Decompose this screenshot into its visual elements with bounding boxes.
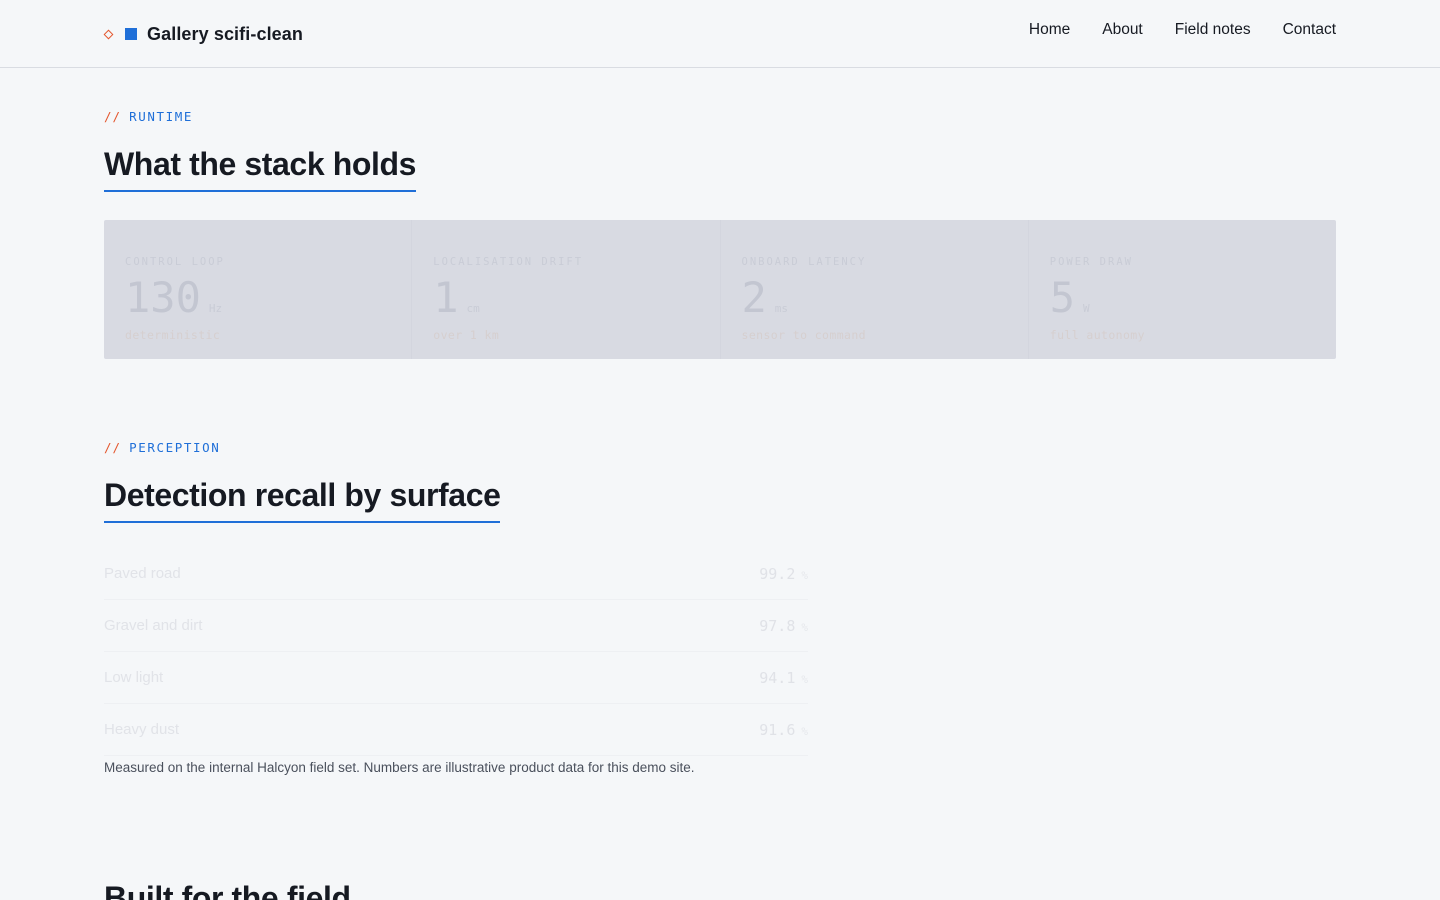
diamond-icon [103, 29, 114, 39]
stat-label: CONTROL LOOP [125, 256, 225, 268]
eyebrow-label: PERCEPTION [129, 440, 221, 455]
stat-label: ONBOARD LATENCY [741, 256, 867, 268]
recall-value: 91.6% [759, 721, 808, 739]
surface-name: Gravel and dirt [104, 617, 203, 634]
stat-localisation-drift: LOCALISATION DRIFT 1 cm over 1 km [412, 220, 721, 359]
eyebrow-label: RUNTIME [129, 109, 193, 124]
stat-note: over 1 km [433, 328, 500, 342]
nav-field-notes[interactable]: Field notes [1175, 21, 1251, 39]
stat-label: LOCALISATION DRIFT [433, 256, 584, 268]
stat-unit: cm [466, 302, 480, 315]
stat-value-row: 5 W [1050, 277, 1336, 319]
recall-value: 99.2% [759, 565, 808, 583]
stat-note: sensor to command [741, 328, 867, 342]
stat-unit: Hz [208, 302, 223, 315]
recall-number: 94.1 [759, 668, 796, 687]
list-item: Gravel and dirt 97.8% [104, 600, 808, 652]
stat-note: full autonomy [1049, 328, 1145, 342]
nav-about[interactable]: About [1102, 21, 1143, 39]
recall-number: 99.2 [759, 564, 796, 583]
list-item: Low light 94.1% [104, 652, 808, 704]
stat-value: 1 [433, 273, 459, 322]
stat-value-row: 2 ms [742, 277, 1028, 319]
list-item: Paved road 99.2% [104, 548, 808, 600]
main-nav: Home About Field notes Contact [1029, 21, 1336, 39]
square-logo-icon [125, 28, 137, 40]
recall-unit: % [801, 620, 808, 634]
recall-value: 94.1% [759, 669, 808, 687]
eyebrow-slash: // [104, 440, 122, 455]
recall-value: 97.8% [759, 617, 808, 635]
brand[interactable]: Gallery scifi-clean [103, 22, 303, 46]
stat-value-row: 1 cm [433, 277, 719, 319]
footnote: Measured on the internal Halcyon field s… [104, 760, 695, 775]
stat-value: 130 [125, 273, 201, 322]
brand-name: Gallery scifi-clean [147, 23, 303, 44]
stat-control-loop: CONTROL LOOP 130 Hz deterministic [104, 220, 413, 359]
recall-number: 91.6 [759, 720, 796, 739]
surface-name: Paved road [104, 565, 181, 582]
runtime-title: What the stack holds [104, 146, 416, 193]
recall-number: 97.8 [759, 616, 796, 635]
stat-label: POWER DRAW [1049, 256, 1133, 268]
stat-power-draw: POWER DRAW 5 W full autonomy [1029, 220, 1336, 359]
recall-unit: % [801, 672, 808, 686]
eyebrow-slash: // [104, 109, 122, 124]
stat-value-row: 130 Hz [125, 277, 411, 319]
site-header: Gallery scifi-clean Home About Field not… [0, 0, 1440, 68]
stats-panel: CONTROL LOOP 130 Hz deterministic LOCALI… [104, 220, 1336, 359]
surface-name: Low light [104, 669, 164, 686]
stat-value: 2 [741, 273, 767, 322]
stat-unit: W [1083, 302, 1090, 315]
recall-unit: % [801, 724, 808, 738]
list-item: Heavy dust 91.6% [104, 704, 808, 756]
stat-unit: ms [774, 302, 789, 315]
surface-name: Heavy dust [104, 721, 180, 738]
stat-onboard-latency: ONBOARD LATENCY 2 ms sensor to command [721, 220, 1029, 359]
nav-contact[interactable]: Contact [1283, 21, 1336, 39]
next-section-title: Built for the field [104, 880, 351, 900]
recall-list: Paved road 99.2% Gravel and dirt 97.8% L… [104, 548, 808, 756]
recall-unit: % [801, 568, 808, 582]
perception-title: Detection recall by surface [104, 477, 501, 524]
perception-eyebrow: // PERCEPTION [104, 440, 220, 455]
runtime-eyebrow: // RUNTIME [104, 109, 193, 124]
stat-value: 5 [1049, 273, 1076, 322]
stat-note: deterministic [125, 328, 221, 342]
nav-home[interactable]: Home [1029, 21, 1070, 39]
